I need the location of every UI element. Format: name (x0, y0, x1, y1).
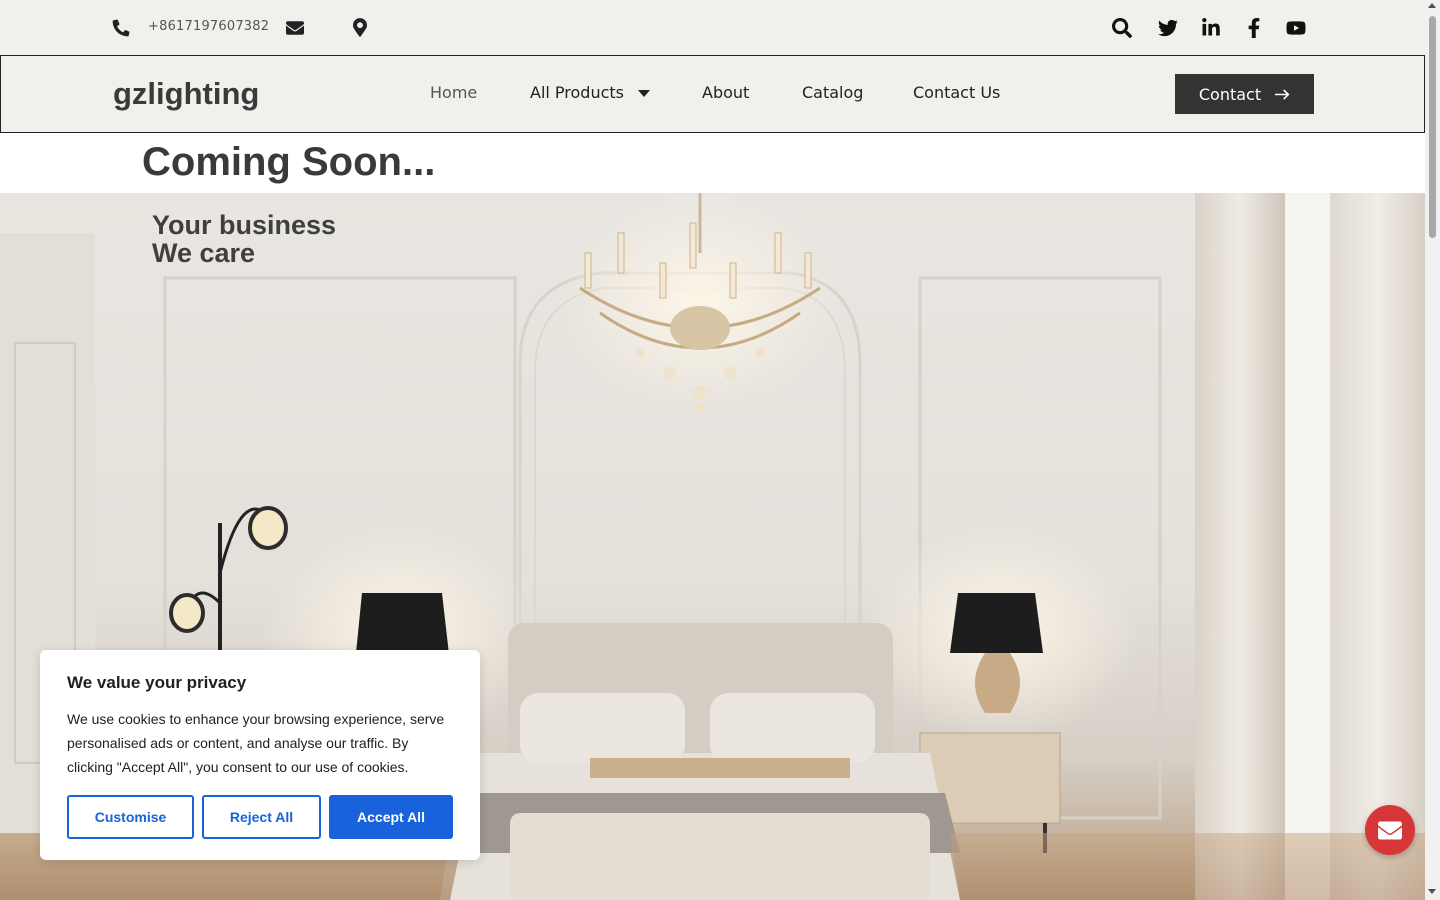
page-heading: Coming Soon... (142, 140, 436, 184)
nav-catalog[interactable]: Catalog (802, 83, 863, 102)
phone-number[interactable]: +8617197607382 (148, 19, 269, 34)
twitter-icon[interactable] (1158, 18, 1178, 38)
scroll-down-arrow-icon[interactable] (1428, 889, 1436, 894)
reject-all-button[interactable]: Reject All (202, 795, 321, 839)
envelope-icon (1378, 821, 1402, 839)
contact-button[interactable]: Contact (1175, 74, 1314, 114)
phone-icon[interactable] (112, 19, 130, 37)
arrow-right-icon (1275, 88, 1290, 100)
nav-about[interactable]: About (702, 83, 749, 102)
envelope-icon[interactable] (286, 20, 304, 36)
cookie-description: We use cookies to enhance your browsing … (67, 711, 445, 775)
facebook-icon[interactable] (1244, 18, 1264, 38)
scroll-up-arrow-icon[interactable] (1428, 3, 1436, 8)
youtube-icon[interactable] (1286, 18, 1306, 38)
hero-tagline: Your business We care (152, 211, 336, 267)
accept-all-button[interactable]: Accept All (329, 795, 453, 839)
search-icon[interactable] (1112, 18, 1132, 38)
main-header: gzlighting Home All Products About Catal… (0, 55, 1425, 133)
caret-down-icon (638, 90, 651, 97)
cookie-title: We value your privacy (67, 673, 247, 692)
tagline-line-1: Your business (152, 210, 337, 240)
tagline-line-2: We care (152, 238, 256, 268)
map-pin-icon[interactable] (353, 18, 367, 37)
nav-all-products-label: All Products (530, 83, 625, 102)
customise-button[interactable]: Customise (67, 795, 194, 839)
nav-home[interactable]: Home (430, 83, 477, 102)
scrollbar-thumb[interactable] (1429, 16, 1436, 238)
contact-button-label: Contact (1198, 84, 1262, 104)
site-logo[interactable]: gzlighting (113, 76, 259, 112)
nav-all-products[interactable]: All Products (530, 83, 651, 102)
page-scrollbar[interactable] (1425, 0, 1440, 900)
linkedin-icon[interactable] (1201, 18, 1221, 38)
nav-contact-us[interactable]: Contact Us (913, 83, 1000, 102)
top-contact-bar: +8617197607382 (0, 0, 1425, 55)
floating-contact-button[interactable] (1365, 805, 1415, 855)
cookie-consent-banner: We value your privacy We use cookies to … (40, 650, 480, 860)
